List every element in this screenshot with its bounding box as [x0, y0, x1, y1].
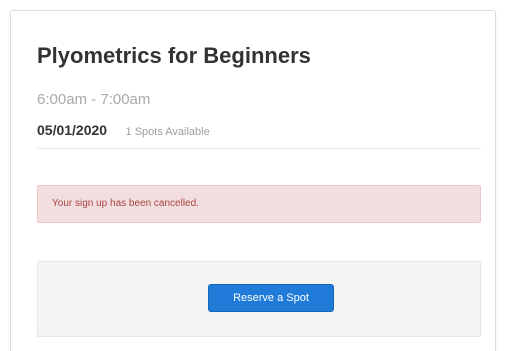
date-row: 05/01/2020 1 Spots Available [37, 122, 210, 140]
reserve-spot-button[interactable]: Reserve a Spot [208, 284, 334, 312]
class-card: Plyometrics for Beginners 6:00am - 7:00a… [10, 10, 496, 351]
spots-available: 1 Spots Available [125, 126, 210, 138]
class-date: 05/01/2020 [37, 122, 108, 138]
alert-message: Your sign up has been cancelled. [52, 198, 199, 209]
card-footer: Reserve a Spot [37, 261, 481, 337]
class-title: Plyometrics for Beginners [37, 43, 311, 68]
divider [37, 148, 481, 149]
cancellation-alert: Your sign up has been cancelled. [37, 185, 481, 223]
class-time: 6:00am - 7:00am [37, 91, 151, 108]
